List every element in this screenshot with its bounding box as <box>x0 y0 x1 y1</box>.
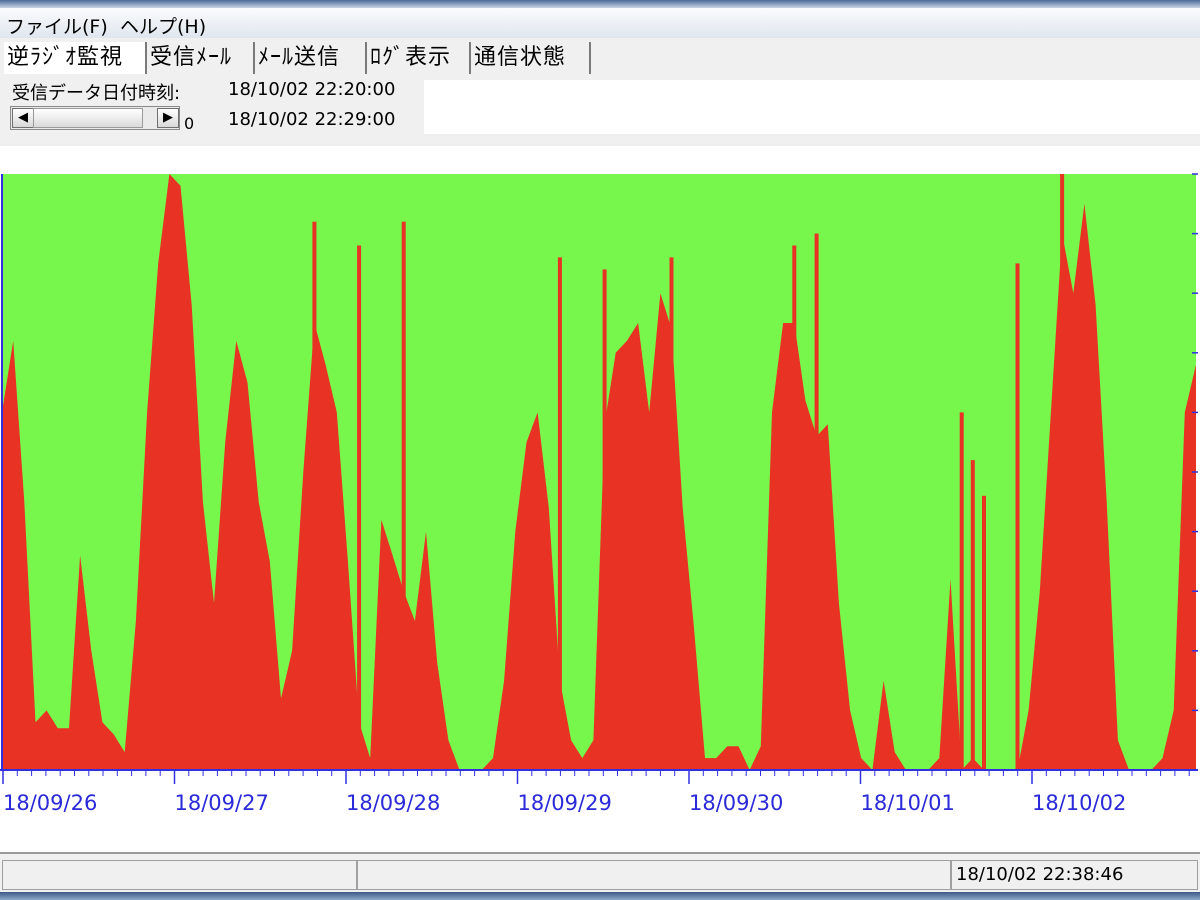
scroll-thumb[interactable] <box>33 108 143 128</box>
x-tick-label: 18/09/28 <box>346 791 440 815</box>
status-bar: 18/10/02 22:38:46 <box>0 852 1200 894</box>
activity-spike <box>1060 174 1065 770</box>
activity-spike <box>401 221 406 770</box>
received-datetime-label: 受信データ日付時刻: <box>12 83 181 104</box>
activity-spike <box>982 495 986 770</box>
status-pane-1 <box>2 860 357 890</box>
scroll-right-icon[interactable]: ▶ <box>157 108 179 128</box>
menu-bar: ファイル(F) ヘルプ(H) <box>0 8 1200 39</box>
activity-spike <box>970 460 975 770</box>
activity-spike <box>814 233 819 771</box>
activity-spike <box>669 257 674 770</box>
scroll-left-icon[interactable]: ◀ <box>12 108 34 128</box>
tab-log-view[interactable]: ﾛｸﾞ表示 <box>367 42 471 74</box>
x-tick-label: 18/09/26 <box>3 791 97 815</box>
window-titlebar <box>0 0 1200 8</box>
taskbar <box>0 892 1200 900</box>
x-tick-label: 18/09/30 <box>689 791 783 815</box>
activity-spike <box>557 257 562 770</box>
menu-help[interactable]: ヘルプ(H) <box>116 12 210 39</box>
info-display-box <box>424 80 1200 134</box>
time-to-value: 18/10/02 22:29:00 <box>228 109 396 130</box>
tab-comm-status[interactable]: 通信状態 <box>471 42 591 74</box>
x-tick-label: 18/10/02 <box>1032 791 1126 815</box>
tab-received-mail[interactable]: 受信ﾒｰﾙ <box>147 42 255 74</box>
time-scrollbar[interactable]: ◀ ▶ <box>10 106 180 130</box>
activity-spike <box>959 412 964 770</box>
status-datetime: 18/10/02 22:38:46 <box>951 860 1198 890</box>
info-panel: 受信データ日付時刻: 18/10/02 22:20:00 ◀ ▶ 0 18/10… <box>0 76 1200 146</box>
chart-area: 18/09/26 18/09/27 18/09/28 18/09/29 18/09/30… <box>0 146 1200 848</box>
tab-send-mail[interactable]: ﾒｰﾙ送信 <box>255 42 367 74</box>
x-tick-label: 18/09/29 <box>518 791 612 815</box>
x-tick-label: 18/10/01 <box>861 791 955 815</box>
menu-file[interactable]: ファイル(F) <box>2 12 112 39</box>
scroll-value: 0 <box>184 114 195 133</box>
activity-spike <box>602 269 607 770</box>
activity-spike <box>312 221 317 770</box>
tab-reverse-radio-monitor[interactable]: 逆ﾗｼﾞｵ監視 <box>4 42 147 74</box>
activity-chart: 18/09/26 18/09/27 18/09/28 18/09/29 18/09/30… <box>0 173 1198 815</box>
activity-spike <box>357 245 362 770</box>
activity-spike <box>792 245 797 770</box>
time-from-value: 18/10/02 22:20:00 <box>228 79 396 100</box>
x-tick-label: 18/09/27 <box>175 791 269 815</box>
status-pane-2 <box>357 860 951 890</box>
activity-spike <box>1015 263 1020 770</box>
tab-strip: 逆ﾗｼﾞｵ監視 受信ﾒｰﾙ ﾒｰﾙ送信 ﾛｸﾞ表示 通信状態 <box>0 38 1200 76</box>
